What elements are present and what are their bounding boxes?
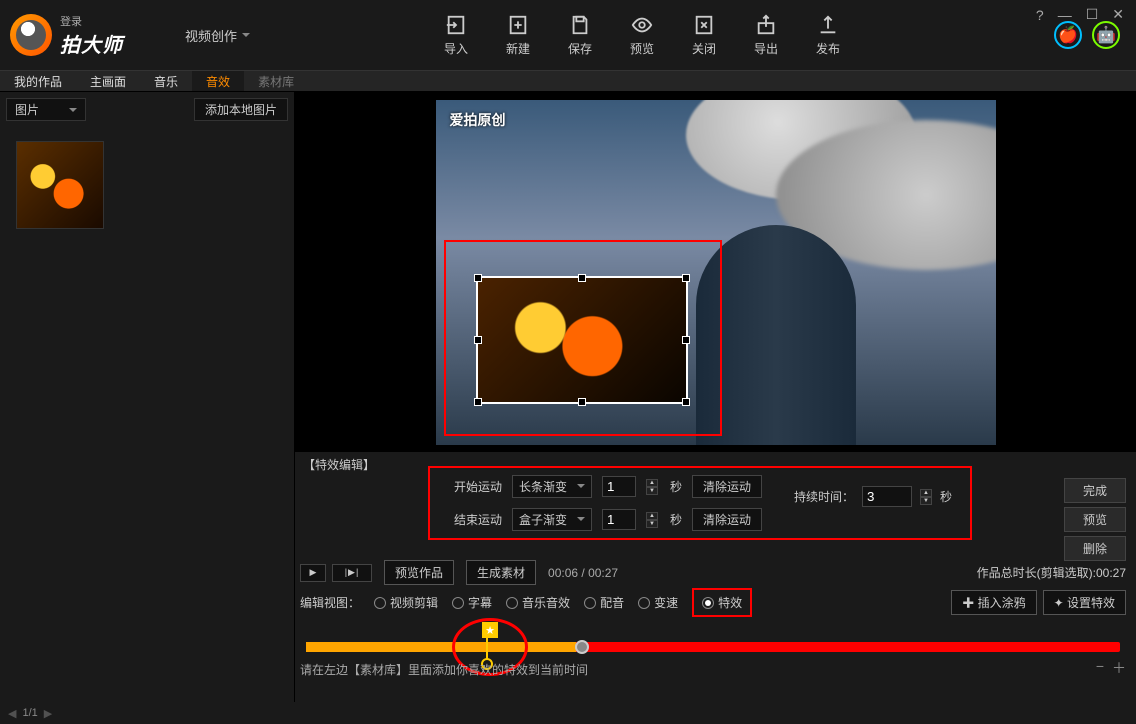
- delete-button[interactable]: 删除: [1064, 536, 1126, 561]
- tab-music[interactable]: 音乐: [140, 71, 192, 91]
- insert-scribble-button[interactable]: ✚ 插入涂鸦: [951, 590, 1036, 615]
- unit-label: 秒: [670, 478, 682, 495]
- duration-unit: 秒: [940, 488, 952, 505]
- login-link[interactable]: 登录: [60, 13, 123, 29]
- timeline-hint: 请在左边【素材库】里面添加你喜欢的特效到当前时间: [300, 661, 588, 678]
- clear-end-motion-button[interactable]: 清除运动: [692, 508, 762, 531]
- save-label: 保存: [568, 40, 592, 57]
- effect-edit-label: 【特效编辑】: [295, 452, 383, 477]
- radio-audio[interactable]: 音乐音效: [506, 594, 570, 611]
- duration-label: 持续时间：: [794, 488, 854, 505]
- page-prev-icon[interactable]: ◀: [8, 707, 16, 720]
- video-preview: 爱拍原创: [436, 100, 996, 445]
- close-label: 关闭: [692, 40, 716, 57]
- app-name: 拍大师: [60, 29, 123, 58]
- page-indicator: 1/1: [22, 707, 37, 719]
- radio-subtitle[interactable]: 字幕: [452, 594, 492, 611]
- start-seconds-stepper[interactable]: ▲▼: [646, 479, 658, 495]
- add-local-image-button[interactable]: 添加本地图片: [194, 98, 288, 121]
- timeline: ★ 请在左边【素材库】里面添加你喜欢的特效到当前时间 − ＋: [300, 618, 1126, 678]
- timeline-progress: [306, 642, 576, 652]
- help-icon[interactable]: ?: [1036, 7, 1044, 23]
- set-effect-button[interactable]: ✦ 设置特效: [1043, 590, 1126, 615]
- sidebar: 图片 添加本地图片: [0, 92, 295, 702]
- complete-button[interactable]: 完成: [1064, 478, 1126, 503]
- timeline-playhead[interactable]: [575, 640, 589, 654]
- footer-pagination: ◀ 1/1 ▶: [0, 702, 295, 724]
- end-motion-label: 结束运动: [446, 511, 502, 528]
- import-button[interactable]: 导入: [444, 14, 468, 57]
- radio-speed[interactable]: 变速: [638, 594, 678, 611]
- android-store-icon[interactable]: 🤖: [1092, 21, 1120, 49]
- segment-play-button[interactable]: |▶|: [332, 564, 372, 582]
- radio-clip[interactable]: 视频剪辑: [374, 594, 438, 611]
- mode-dropdown[interactable]: 视频创作: [185, 26, 250, 45]
- import-label: 导入: [444, 40, 468, 57]
- app-logo-icon: [10, 14, 52, 56]
- publish-label: 发布: [816, 40, 840, 57]
- duration-stepper[interactable]: ▲▼: [920, 489, 932, 505]
- view-label: 编辑视图：: [300, 594, 360, 611]
- page-next-icon[interactable]: ▶: [44, 707, 52, 720]
- effect-panel: 开始运动 长条渐变 ▲▼ 秒 清除运动 结束运动 盒子渐变 ▲▼ 秒 清除运动 …: [428, 466, 972, 540]
- end-motion-dropdown[interactable]: 盒子渐变: [512, 508, 592, 531]
- tab-sound-effects[interactable]: 音效: [192, 71, 244, 91]
- watermark-text: 爱拍原创: [450, 110, 506, 130]
- category-dropdown[interactable]: 图片: [6, 98, 86, 121]
- save-button[interactable]: 保存: [568, 14, 592, 57]
- start-motion-label: 开始运动: [446, 478, 502, 495]
- zoom-out-icon[interactable]: −: [1096, 658, 1104, 678]
- window-controls: ? — ☐ ✕: [1036, 6, 1124, 23]
- mode-label: 视频创作: [185, 26, 237, 45]
- asset-thumbnail[interactable]: [16, 141, 104, 229]
- new-button[interactable]: 新建: [506, 14, 530, 57]
- end-seconds-input[interactable]: [602, 509, 636, 530]
- overlay-selection[interactable]: [476, 276, 688, 404]
- tab-main-canvas[interactable]: 主画面: [76, 71, 140, 91]
- start-motion-dropdown[interactable]: 长条渐变: [512, 475, 592, 498]
- clear-start-motion-button[interactable]: 清除运动: [692, 475, 762, 498]
- tab-library[interactable]: 素材库: [244, 71, 308, 91]
- minimize-icon[interactable]: —: [1058, 7, 1072, 23]
- apple-store-icon[interactable]: 🍎: [1054, 21, 1082, 49]
- close-button[interactable]: 关闭: [692, 14, 716, 57]
- export-label: 导出: [754, 40, 778, 57]
- preview-button[interactable]: 预览: [630, 14, 654, 57]
- radio-effect-highlighted[interactable]: 特效: [692, 588, 752, 617]
- start-seconds-input[interactable]: [602, 476, 636, 497]
- zoom-in-icon[interactable]: ＋: [1112, 658, 1126, 678]
- generate-asset-button[interactable]: 生成素材: [466, 560, 536, 585]
- tab-my-works[interactable]: 我的作品: [0, 71, 76, 91]
- export-button[interactable]: 导出: [754, 14, 778, 57]
- preview-work-button[interactable]: 预览作品: [384, 560, 454, 585]
- radio-dub[interactable]: 配音: [584, 594, 624, 611]
- new-label: 新建: [506, 40, 530, 57]
- duration-input[interactable]: [862, 486, 912, 507]
- preview-effect-button[interactable]: 预览: [1064, 507, 1126, 532]
- play-button[interactable]: ▶: [300, 564, 326, 582]
- maximize-icon[interactable]: ☐: [1086, 6, 1099, 23]
- end-seconds-stepper[interactable]: ▲▼: [646, 512, 658, 528]
- publish-button[interactable]: 发布: [816, 14, 840, 57]
- category-label: 图片: [15, 101, 39, 118]
- canvas-area: 爱拍原创: [295, 92, 1136, 452]
- close-icon[interactable]: ✕: [1112, 6, 1124, 23]
- unit-label-2: 秒: [670, 511, 682, 528]
- preview-label: 预览: [630, 40, 654, 57]
- overlay-image: [478, 278, 686, 402]
- time-display: 00:06 / 00:27: [548, 566, 618, 580]
- total-duration: 作品总时长(剪辑选取):00:27: [977, 564, 1126, 581]
